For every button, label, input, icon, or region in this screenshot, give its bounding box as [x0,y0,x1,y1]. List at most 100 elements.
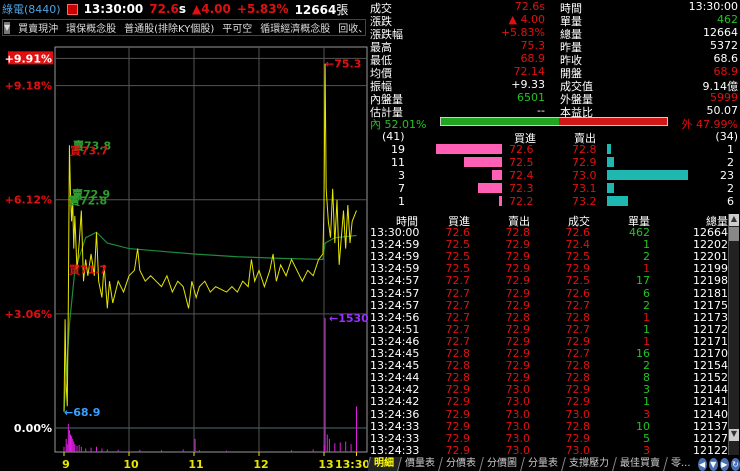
tick-row[interactable]: 13:24:59 72.5 72.9 72.9 1 12199 [368,262,728,276]
tick-total: 12202 [693,238,728,252]
tick-row[interactable]: 13:24:59 72.5 72.9 72.5 2 12201 [368,250,728,263]
dropdown-icon[interactable]: ▼ [4,21,11,34]
x-tick-label: 9 [62,458,70,471]
category-tag[interactable]: 環保概念股 [66,20,116,35]
price-line [63,63,357,412]
scrollbar[interactable]: ▲ ▼ [728,214,739,455]
tick-row[interactable]: 13:24:57 72.7 72.9 72.7 2 12175 [368,298,728,312]
tick-row[interactable]: 13:24:46 72.7 72.9 72.9 1 12171 [368,334,728,348]
tick-row[interactable]: 13:24:57 72.7 72.9 72.6 6 12181 [368,286,728,300]
tick-ask: 72.8 [505,226,531,239]
tick-total: 12137 [693,419,728,433]
next-icon[interactable]: ▶ [719,458,729,471]
bid-price[interactable]: 72.6 [509,143,534,156]
ask-price[interactable]: 72.9 [572,156,597,169]
quote-value: 5999 [710,91,738,104]
tick-qty: 1 [643,310,650,324]
order-book-row[interactable]: 11 72.5 72.9 2 [368,156,740,169]
tick-row[interactable]: 13:24:36 72.9 73.0 73.0 3 12140 [368,408,728,421]
tick-qty: 3 [643,383,650,397]
tab-7[interactable]: 零... [663,457,698,471]
calendar-icon[interactable] [66,3,78,15]
tick-row[interactable]: 13:24:42 72.9 73.0 72.9 1 12141 [368,395,728,409]
stock-name[interactable]: 綠電(8440) [0,1,61,17]
tick-price: 72.9 [565,431,591,445]
tick-bid: 72.7 [445,298,471,312]
tick-time: 13:24:45 [370,347,420,360]
order-book-row[interactable]: 7 72.3 73.1 2 [368,182,740,195]
order-book-row[interactable]: 1 72.2 73.2 6 [368,195,740,208]
tab-bar: 明細 價量表 分價表 分價圖 分量表 支撐壓力 最佳買賣 零... ◀ ▼ ▶ ↻ [368,455,740,471]
tick-ask: 72.9 [505,322,531,336]
refresh-icon[interactable]: ↻ [730,458,740,471]
ask-price[interactable]: 73.2 [572,195,597,208]
ask-price[interactable]: 73.0 [572,169,597,182]
tab-label: 分價圖 [487,458,517,469]
tick-row[interactable]: 13:24:42 72.9 73.0 72.9 3 12144 [368,383,728,397]
bid-price[interactable]: 72.4 [509,169,534,182]
scroll-thumb[interactable] [729,227,739,241]
quote-value: -- [537,104,545,117]
category-tag[interactable]: 平可空 [222,20,252,35]
tick-row[interactable]: 13:24:44 72.8 72.9 72.8 8 12152 [368,371,728,385]
x-tick-label: 13:30 [335,458,368,471]
ask-price[interactable]: 73.1 [572,182,597,195]
tab-4[interactable]: 分量表 [520,457,565,471]
tick-time: 13:24:59 [370,262,420,276]
tick-price: 72.7 [565,298,591,312]
ask-price[interactable]: 72.8 [572,143,597,156]
scroll-down-icon[interactable]: ▼ [729,429,739,441]
category-tag[interactable]: 買賣現沖 [18,20,58,35]
tick-row[interactable]: 13:30:00 72.6 72.8 72.6 462 12664 [368,226,728,239]
bid-qty: 7 [398,182,405,195]
category-tag[interactable]: 循環經濟概念股 [260,20,330,35]
bid-price[interactable]: 72.2 [509,195,534,208]
tick-row[interactable]: 13:24:56 72.7 72.8 72.8 1 12173 [368,310,728,324]
tick-qty: 8 [643,371,650,385]
chart-annotation: 賣72.8 [68,194,107,208]
quote-value: ▲ 4.00 [508,13,545,26]
x-tick-label: 10 [123,458,139,471]
ask-qty: 23 [720,169,734,182]
order-book-row[interactable]: 19 72.6 72.8 1 [368,143,740,156]
category-tag[interactable]: 普通股(排除KY個股) [124,20,214,35]
tick-row[interactable]: 13:24:57 72.7 72.9 72.5 17 12198 [368,274,728,287]
tick-row[interactable]: 13:24:45 72.8 72.9 72.8 2 12154 [368,359,728,372]
tick-qty: 6 [643,286,650,300]
tick-time: 13:24:33 [370,431,420,445]
quote-value: 68.9 [520,52,546,65]
ask-qty-bar [607,157,614,167]
bid-qty: 3 [398,169,405,182]
tick-row[interactable]: 13:24:59 72.5 72.9 72.4 1 12202 [368,238,728,252]
category-tag[interactable]: 回收、... [338,20,365,35]
tick-qty: 1 [643,322,650,336]
tick-bid: 72.7 [445,334,471,348]
tab-6[interactable]: 最佳買賣 [612,457,667,471]
tick-row[interactable]: 13:24:33 72.9 73.0 73.0 3 12122 [368,444,728,457]
scroll-up-icon[interactable]: ▲ [729,214,739,226]
tick-price: 72.4 [565,238,591,252]
tab-3[interactable]: 分價圖 [479,457,524,471]
tab-0[interactable]: 明細 [368,457,401,471]
quote-value: 68.6 [713,52,739,65]
prev-icon[interactable]: ◀ [697,458,707,471]
intraday-chart[interactable]: +9.91% +9.18% +6.12% +3.06% 0.00% 9 10 11 12 13 13… [0,40,368,471]
down-icon[interactable]: ▼ [708,458,718,471]
bid-price[interactable]: 72.5 [509,156,534,169]
tick-bid: 72.7 [445,310,471,324]
order-book-row[interactable]: 3 72.4 73.0 23 [368,169,740,182]
tab-5[interactable]: 支撐壓力 [561,457,616,471]
tick-row[interactable]: 13:24:51 72.7 72.9 72.7 1 12172 [368,322,728,336]
tick-row[interactable]: 13:24:33 72.9 73.0 72.8 10 12137 [368,419,728,433]
category-bar: ▼ 買賣現沖 環保概念股 普通股(排除KY個股) 平可空 循環經濟概念股 回收、… [2,19,366,36]
ask-qty: 1 [727,143,734,156]
tick-qty: 1 [643,395,650,409]
bid-price[interactable]: 72.3 [509,182,534,195]
tick-time: 13:24:57 [370,286,420,300]
tab-label: 零... [671,458,691,469]
tick-time: 13:24:46 [370,334,420,348]
tick-row[interactable]: 13:24:45 72.8 72.9 72.7 16 12170 [368,347,728,360]
tab-2[interactable]: 分價表 [438,457,483,471]
tab-1[interactable]: 價量表 [397,457,442,471]
tick-row[interactable]: 13:24:33 72.9 73.0 72.9 5 12127 [368,431,728,445]
